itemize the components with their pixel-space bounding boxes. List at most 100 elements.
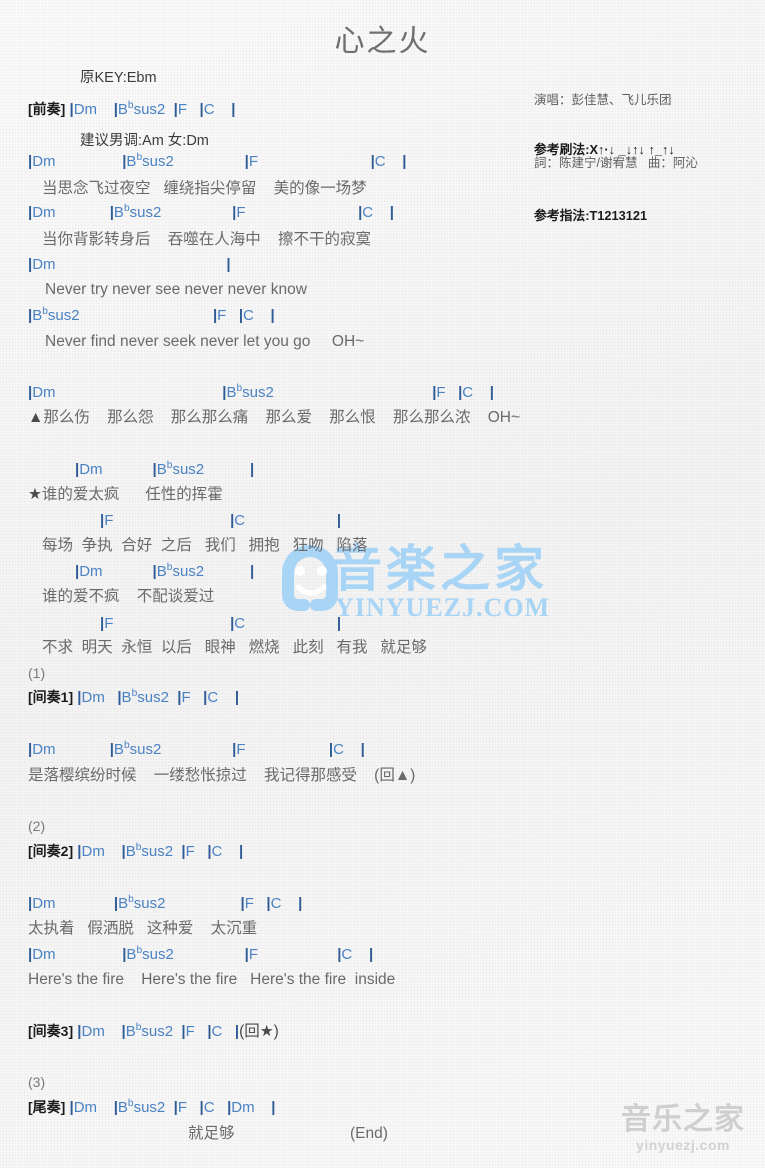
chord-dm: Dm	[32, 946, 56, 963]
chord-c: C	[234, 615, 246, 632]
interlude2-row: [间奏2] |Dm |Bbsus2 |F |C |	[28, 842, 244, 860]
chord-bbsus2: Bbsus2	[113, 203, 162, 221]
suggested-key: 建议男调:Am 女:Dm	[80, 133, 209, 149]
chorus-chord-row-1: |Dm |Bbsus2 |F |C |	[28, 383, 494, 401]
chorus2-chord-row-4: |F |C |	[100, 615, 342, 632]
chorus-lyric-1: ▲那么伤 那么怨 那么那么痛 那么爱 那么恨 那么那么浓 OH~	[28, 409, 520, 426]
verse3-chord-row-1: |Dm |Bbsus2 |F |C |	[28, 894, 303, 912]
chord-f: F	[236, 204, 246, 221]
chord-f: F	[104, 615, 114, 632]
intro-chord-row: [前奏] |Dm |Bbsus2 |F |C |	[28, 100, 236, 118]
chorus2-chord-row-3: |Dm |Bbsus2 |	[75, 562, 255, 580]
chord-f: F	[236, 741, 246, 758]
chord-dm: Dm	[73, 101, 98, 118]
verse3-lyric-2: Here's the fire Here's the fire Here's t…	[28, 971, 396, 988]
chord-dm: Dm	[81, 843, 105, 860]
chord-dm: Dm	[32, 384, 56, 401]
section-label-interlude3: [间奏3]	[28, 1023, 74, 1039]
chord-dm: Dm	[32, 204, 56, 221]
chord-bbsus2: Bbsus2	[117, 1098, 166, 1116]
chord-bbsus2: Bbsus2	[121, 688, 169, 706]
triangle-marker: ▲	[28, 409, 44, 426]
chord-c: C	[341, 946, 353, 963]
section-label-interlude2: [间奏2]	[28, 843, 74, 859]
outro-lyric: 就足够	[188, 1125, 235, 1142]
chord-dm: Dm	[32, 895, 56, 912]
chord-f: F	[177, 1099, 187, 1116]
chord-bbsus2: Bbsus2	[117, 100, 166, 118]
chord-dm: Dm	[73, 1099, 98, 1116]
chord-f: F	[248, 946, 259, 963]
original-key: 原KEY:Ebm	[80, 70, 157, 86]
verse3-chord-row-2: |Dm |Bbsus2 |F |C |	[28, 945, 374, 963]
chord-c: C	[203, 1099, 215, 1116]
verse2-chord-row-1: |Dm |Bbsus2 |F |C |	[28, 740, 365, 758]
chorus2-chord-row-2: |F |C |	[100, 512, 342, 529]
back-to-star-marker: (回★)	[239, 1023, 279, 1040]
repeat-number-1: (1)	[28, 665, 46, 681]
chord-c: C	[234, 512, 246, 529]
pattern-block: 参考刷法:X↑·↓ _↓↑↓ ↑_↑↓ 参考指法:T1213121	[534, 95, 675, 271]
section-label-intro: [前奏]	[28, 101, 66, 117]
chord-c: C	[211, 1023, 223, 1040]
chord-f: F	[181, 689, 191, 706]
verse1-chord-row-4: |Bbsus2 |F |C |	[28, 306, 275, 324]
chord-bbsus2: Bbsus2	[156, 562, 205, 580]
verse2-lyric-1: 是落樱缤纷时候 一缕愁怅掠过 我记得那感受 (回▲)	[28, 767, 416, 784]
chord-f: F	[185, 1023, 195, 1040]
section-label-interlude1: [间奏1]	[28, 689, 74, 705]
repeat-number-2: (2)	[28, 818, 46, 834]
chorus2-lyric-1-text: 谁的爱太疯 任性的挥霍	[41, 486, 223, 503]
chorus2-lyric-1: ★谁的爱太疯 任性的挥霍	[28, 486, 223, 503]
verse1-lyric-2: 当你背影转身后 吞噬在人海中 擦不干的寂寞	[42, 231, 371, 248]
chorus2-lyric-2: 每场 争执 合好 之后 我们 拥抱 狂吻 陷落	[42, 537, 368, 554]
chord-c: C	[374, 153, 386, 170]
chord-c: C	[270, 895, 282, 912]
chord-dm: Dm	[79, 461, 103, 478]
chord-bbsus2: Bbsus2	[125, 1022, 174, 1040]
chord-bbsus2: Bbsus2	[118, 894, 166, 912]
chord-dm: Dm	[231, 1099, 255, 1116]
chord-dm: Dm	[81, 689, 105, 706]
section-label-outro: [尾奏]	[28, 1099, 66, 1115]
chord-f: F	[185, 843, 195, 860]
verse1-chord-row-3: |Dm |	[28, 256, 231, 273]
repeat-number-3: (3)	[28, 1074, 46, 1090]
end-marker: (End)	[350, 1125, 388, 1142]
verse1-lyric-1: 当思念飞过夜空 缠绕指尖停留 美的像一场梦	[42, 180, 367, 197]
chord-c: C	[207, 689, 219, 706]
star-marker: ★	[28, 486, 42, 503]
verse1-chord-row-2: |Dm |Bbsus2 |F |C |	[28, 203, 394, 221]
chord-dm: Dm	[32, 153, 56, 170]
chord-bbsus2: Bbsus2	[125, 842, 174, 860]
verse1-lyric-4: Never find never seek never let you go O…	[45, 333, 365, 350]
finger-pattern: 参考指法:T1213121	[534, 208, 648, 223]
interlude1-row: [间奏1] |Dm |Bbsus2 |F |C |	[28, 688, 240, 706]
chord-bbsus2: Bbsus2	[156, 460, 205, 478]
chord-c: C	[211, 843, 223, 860]
chord-c: C	[462, 384, 474, 401]
chord-f: F	[177, 101, 187, 118]
chord-bbsus2: Bbsus2	[126, 152, 174, 170]
strum-pattern: 参考刷法:X↑·↓ _↓↑↓ ↑_↑↓	[534, 142, 675, 157]
verse1-lyric-3: Never try never see never never know	[45, 281, 307, 298]
chord-c: C	[203, 101, 215, 118]
chord-f: F	[104, 512, 114, 529]
interlude3-row: [间奏3] |Dm |Bbsus2 |F |C |(回★)	[28, 1022, 279, 1040]
verse3-lyric-1: 太执着 假洒脱 这种爱 太沉重	[28, 920, 258, 937]
chord-c: C	[333, 741, 344, 758]
chord-f: F	[244, 895, 254, 912]
chorus2-lyric-3: 谁的爱不疯 不配谈爱过	[42, 588, 215, 605]
chord-c: C	[243, 307, 254, 324]
chord-bbsus2: Bbsus2	[32, 306, 80, 324]
chord-dm: Dm	[32, 741, 56, 758]
chord-bbsus2: Bbsus2	[113, 740, 162, 758]
verse1-chord-row-1: |Dm |Bbsus2 |F |C |	[28, 152, 407, 170]
chorus-lyric-1-text: 那么伤 那么怨 那么那么痛 那么爱 那么恨 那么那么浓 OH~	[43, 409, 521, 426]
chord-dm: Dm	[81, 1023, 105, 1040]
chord-f: F	[248, 153, 259, 170]
chorus2-chord-row-1: |Dm |Bbsus2 |	[75, 460, 255, 478]
chord-bbsus2: Bbsus2	[126, 945, 174, 963]
chord-dm: Dm	[32, 256, 56, 273]
chord-bbsus2: Bbsus2	[226, 383, 274, 401]
